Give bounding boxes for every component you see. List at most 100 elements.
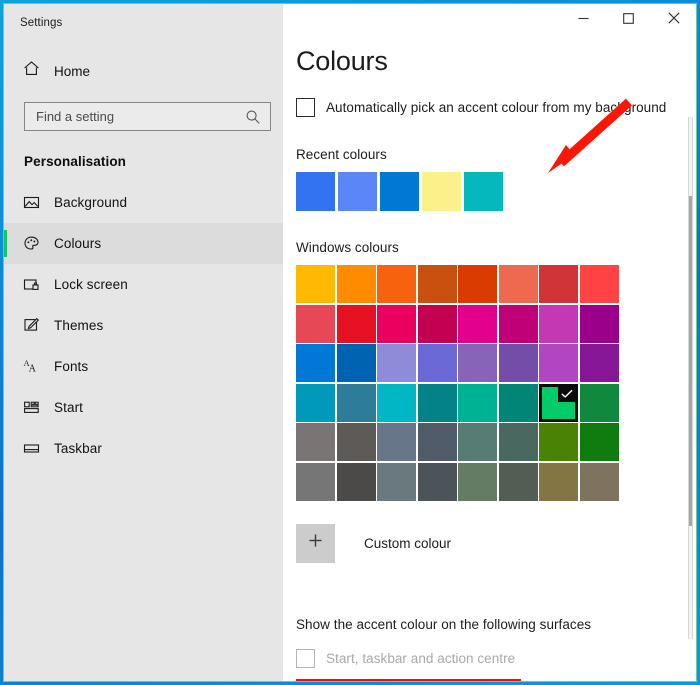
colour-swatch[interactable]: [296, 423, 335, 461]
sidebar-item-colours[interactable]: Colours: [4, 223, 283, 264]
recent-colour-swatch[interactable]: [422, 172, 461, 211]
colour-swatch[interactable]: [336, 265, 376, 303]
colour-swatch[interactable]: [417, 462, 457, 501]
taskbar-icon: [23, 440, 49, 457]
colour-swatch[interactable]: [579, 423, 619, 461]
sidebar-item-background[interactable]: Background: [4, 182, 283, 223]
home-icon: [23, 60, 49, 82]
colour-swatch[interactable]: [579, 383, 619, 422]
start-taskbar-checkbox-row[interactable]: Start, taskbar and action centre: [296, 648, 696, 668]
colour-swatch[interactable]: [498, 344, 538, 382]
close-button[interactable]: [651, 4, 696, 35]
start-taskbar-label: Start, taskbar and action centre: [326, 650, 516, 666]
custom-colour-row[interactable]: Custom colour: [296, 523, 696, 563]
colour-swatch[interactable]: [417, 344, 457, 382]
svg-text:A: A: [29, 364, 37, 375]
colour-swatch[interactable]: [336, 423, 376, 461]
colour-swatch[interactable]: [377, 423, 416, 461]
colour-swatch[interactable]: [498, 462, 538, 501]
colour-swatch[interactable]: [296, 462, 335, 501]
search-input[interactable]: [25, 103, 235, 130]
start-taskbar-checkbox[interactable]: [296, 648, 315, 668]
page-title: Colours: [296, 46, 388, 76]
auto-accent-label: Automatically pick an accent colour from…: [326, 100, 667, 115]
colour-swatch[interactable]: [296, 344, 335, 382]
colour-swatch[interactable]: [579, 344, 619, 382]
recent-colours-list: [296, 172, 696, 211]
colour-swatch[interactable]: [296, 265, 335, 303]
colour-swatch[interactable]: [539, 462, 578, 501]
main-content: Colours Automatically pick an accent col…: [283, 4, 696, 681]
custom-colour-label: Custom colour: [364, 535, 452, 551]
sidebar-item-themes-label: Themes: [54, 318, 104, 333]
maximise-button[interactable]: [606, 4, 651, 35]
surfaces-label: Show the accent colour on the following …: [296, 616, 592, 632]
colour-swatch[interactable]: [458, 265, 497, 303]
auto-accent-checkbox-row[interactable]: Automatically pick an accent colour from…: [296, 98, 696, 117]
colour-swatch[interactable]: [417, 423, 457, 461]
sidebar-item-start[interactable]: Start: [4, 387, 283, 428]
colour-swatch[interactable]: [498, 304, 538, 343]
windows-colours-palette: [296, 265, 696, 501]
colour-swatch[interactable]: [579, 462, 619, 501]
sidebar-item-fonts[interactable]: A A Fonts: [4, 346, 283, 387]
recent-colour-swatch[interactable]: [380, 172, 419, 211]
close-icon: [667, 11, 680, 29]
sidebar-item-home-label: Home: [54, 63, 91, 79]
scrollbar-thumb[interactable]: [689, 196, 692, 526]
colour-swatch[interactable]: [458, 462, 497, 501]
sidebar-item-themes[interactable]: Themes: [4, 305, 283, 346]
minimise-button[interactable]: [561, 4, 606, 35]
colour-swatch[interactable]: [377, 344, 416, 382]
title-bars-checkbox-row[interactable]: Title bars and window borders: [296, 678, 521, 681]
palette-icon: [23, 235, 49, 252]
colour-swatch[interactable]: [458, 423, 497, 461]
colour-swatch[interactable]: [417, 265, 457, 303]
colour-swatch-selected[interactable]: [539, 383, 578, 422]
sidebar-item-fonts-label: Fonts: [54, 359, 89, 374]
search-box[interactable]: [24, 102, 271, 131]
sidebar-item-taskbar[interactable]: Taskbar: [4, 428, 283, 469]
colour-swatch[interactable]: [539, 304, 578, 343]
colour-swatch[interactable]: [377, 383, 416, 422]
colour-swatch[interactable]: [417, 383, 457, 422]
colour-swatch[interactable]: [498, 423, 538, 461]
sidebar-item-lock-screen[interactable]: Lock screen: [4, 264, 283, 305]
colour-swatch[interactable]: [458, 304, 497, 343]
colour-swatch[interactable]: [498, 265, 538, 303]
recent-colours-label: Recent colours: [296, 147, 387, 162]
colour-swatch[interactable]: [377, 265, 416, 303]
colour-swatch[interactable]: [377, 304, 416, 343]
recent-colour-swatch[interactable]: [464, 172, 503, 211]
sidebar: Settings Home Find a setting Personalisa…: [4, 4, 283, 681]
recent-colour-swatch[interactable]: [338, 172, 377, 211]
colour-swatch[interactable]: [539, 423, 578, 461]
plus-icon: [307, 532, 324, 554]
colour-swatch[interactable]: [579, 265, 619, 303]
colour-swatch[interactable]: [296, 383, 335, 422]
colour-swatch[interactable]: [539, 344, 578, 382]
colour-swatch[interactable]: [336, 383, 376, 422]
sidebar-item-lock-screen-label: Lock screen: [54, 277, 128, 292]
colour-swatch[interactable]: [336, 462, 376, 501]
colour-swatch[interactable]: [377, 462, 416, 501]
colour-swatch[interactable]: [498, 383, 538, 422]
colour-swatch[interactable]: [417, 304, 457, 343]
auto-accent-checkbox[interactable]: [296, 98, 315, 117]
recent-colour-swatch[interactable]: [296, 172, 335, 211]
colour-swatch[interactable]: [296, 304, 335, 343]
sidebar-nav-list: Background Colours Lock screen Themes A …: [4, 182, 283, 469]
colour-swatch[interactable]: [458, 383, 497, 422]
colour-swatch[interactable]: [539, 265, 578, 303]
colour-swatch[interactable]: [458, 344, 497, 382]
app-title: Settings: [20, 17, 63, 29]
colour-swatch[interactable]: [336, 344, 376, 382]
windows-colours-label: Windows colours: [296, 240, 399, 255]
colours-settings-panel: Colours Automatically pick an accent col…: [283, 4, 696, 681]
colour-swatch[interactable]: [336, 304, 376, 343]
custom-colour-button[interactable]: [296, 523, 335, 563]
colour-swatch[interactable]: [579, 304, 619, 343]
vertical-scrollbar[interactable]: [688, 117, 693, 639]
sidebar-item-home[interactable]: Home: [4, 53, 283, 89]
sidebar-item-colours-label: Colours: [54, 236, 102, 251]
